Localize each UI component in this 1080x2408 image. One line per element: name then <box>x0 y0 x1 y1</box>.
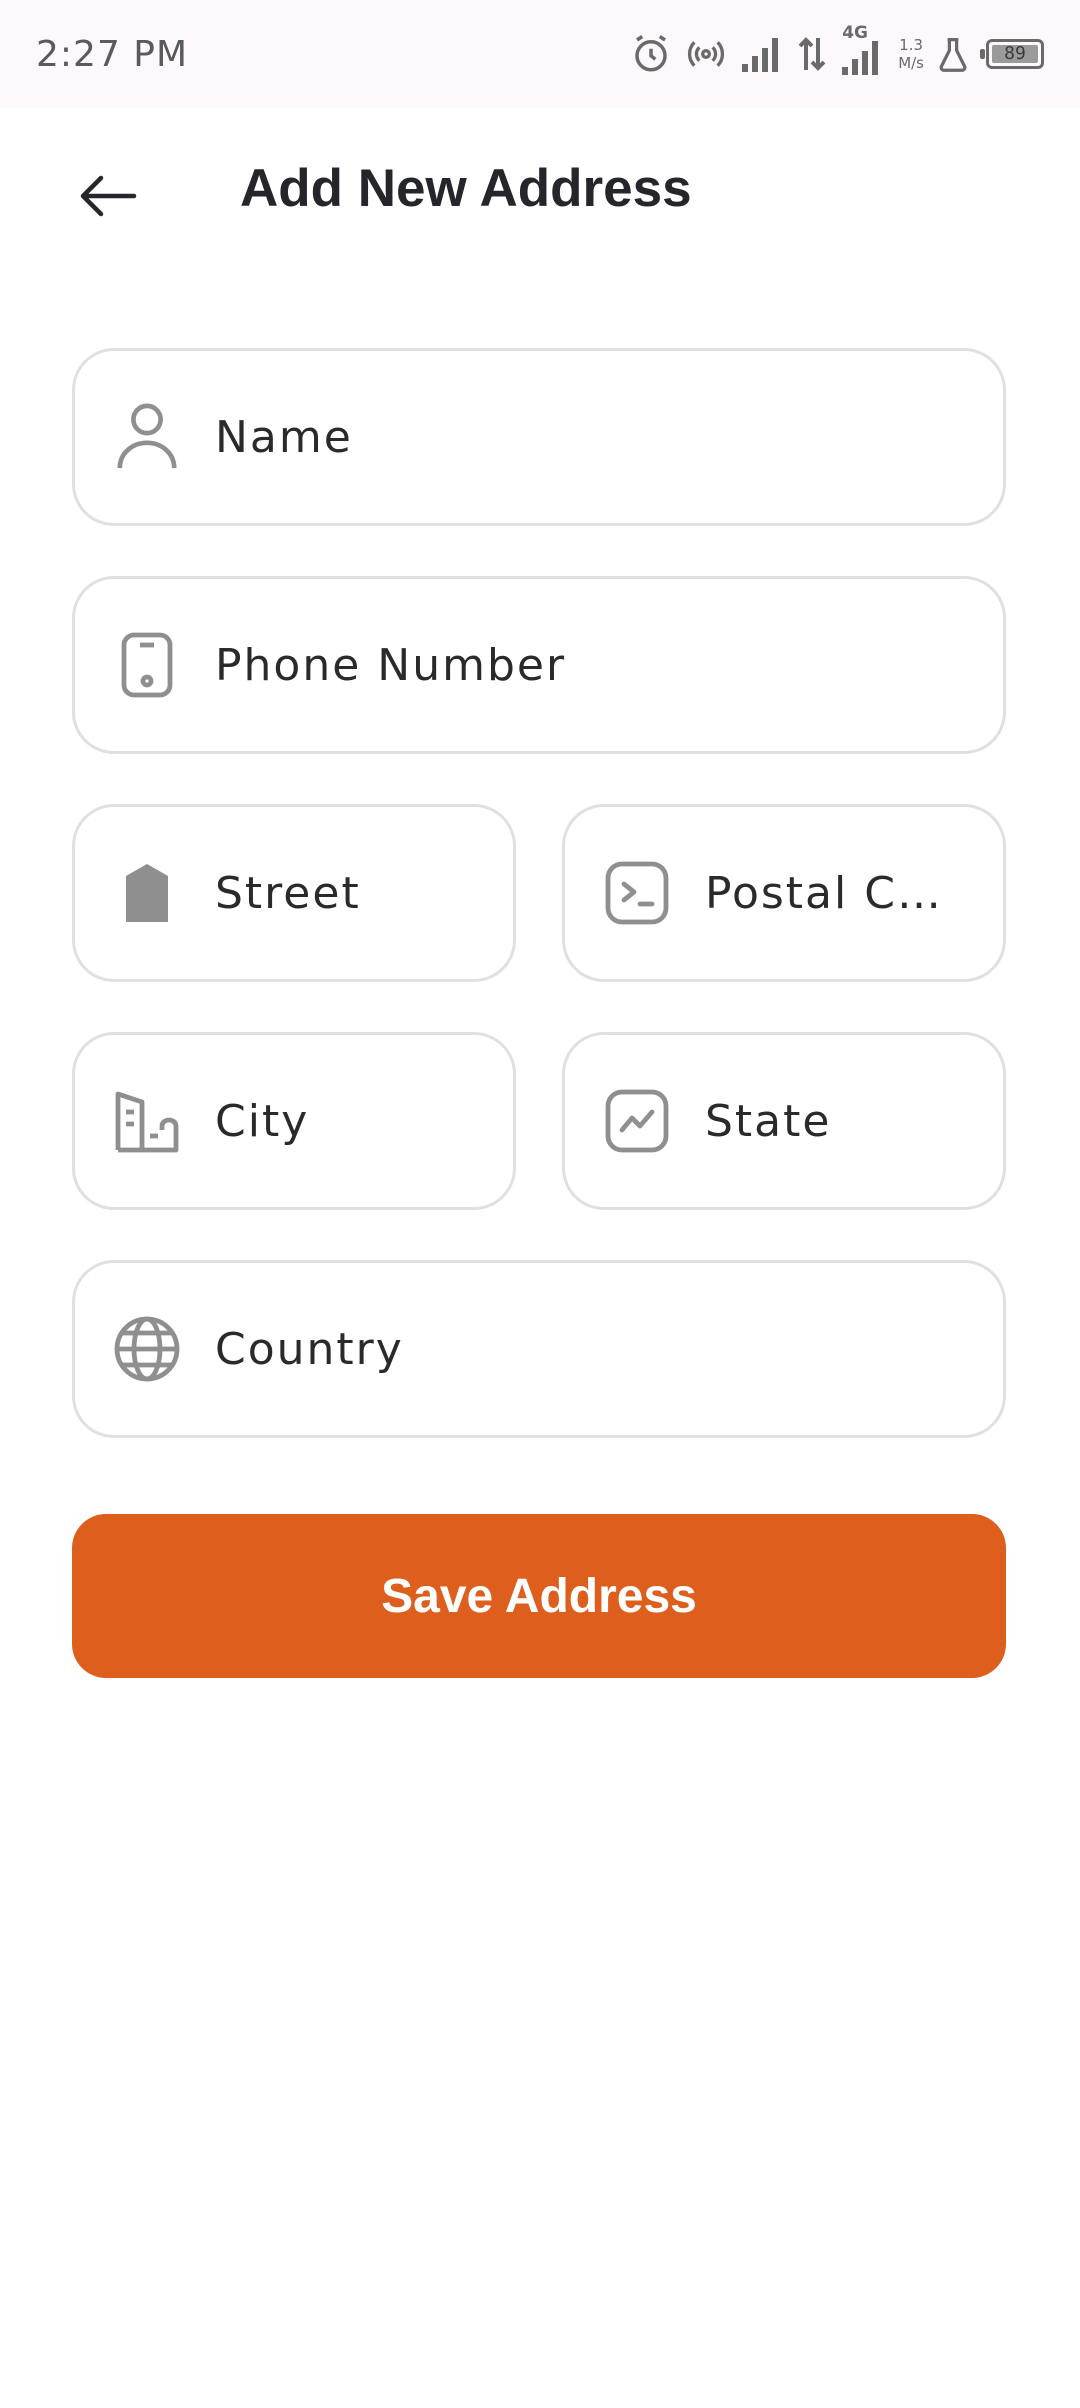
state-input[interactable] <box>705 1095 1003 1147</box>
flask-icon <box>939 37 967 72</box>
postal-code-input[interactable] <box>705 867 1003 919</box>
country-input[interactable] <box>215 1323 1003 1375</box>
city-field[interactable] <box>72 1032 516 1210</box>
chart-box-icon <box>599 1083 675 1159</box>
buildings-icon <box>109 1083 185 1159</box>
network-speed: 1.3 M/s <box>898 36 924 72</box>
hotspot-icon <box>688 41 725 67</box>
arrow-left-icon <box>80 175 137 217</box>
network-type: 4G <box>842 23 868 43</box>
name-input[interactable] <box>215 411 1003 463</box>
mobile-phone-icon <box>109 627 185 703</box>
city-input[interactable] <box>215 1095 513 1147</box>
street-tag-icon <box>109 855 185 931</box>
globe-icon <box>109 1311 185 1387</box>
battery-level: 89 <box>1004 43 1026 64</box>
phone-field[interactable] <box>72 576 1006 754</box>
state-field[interactable] <box>562 1032 1006 1210</box>
signal-icon <box>742 38 779 72</box>
status-time: 2:27 PM <box>36 34 189 75</box>
phone-input[interactable] <box>215 639 1003 691</box>
terminal-box-icon <box>599 855 675 931</box>
country-field[interactable] <box>72 1260 1006 1438</box>
save-address-button[interactable]: Save Address <box>72 1514 1006 1678</box>
postal-code-field[interactable] <box>562 804 1006 982</box>
speed-value: 1.3 <box>899 36 924 54</box>
signal-icon-2 <box>842 41 879 75</box>
back-button[interactable] <box>72 160 144 232</box>
page-title: Add New Address <box>240 159 692 218</box>
status-bar: 2:27 PM 4G 1.3 M/s 89 <box>0 0 1080 108</box>
speed-unit: M/s <box>898 54 924 72</box>
battery-icon: 89 <box>980 39 1044 69</box>
status-icons: 4G 1.3 M/s 89 <box>630 23 1044 78</box>
network-4g: 4G <box>840 23 884 75</box>
person-icon <box>109 399 185 475</box>
street-field[interactable] <box>72 804 516 982</box>
alarm-icon <box>635 35 667 72</box>
name-field[interactable] <box>72 348 1006 526</box>
street-input[interactable] <box>215 867 513 919</box>
data-transfer-icon <box>798 37 826 71</box>
